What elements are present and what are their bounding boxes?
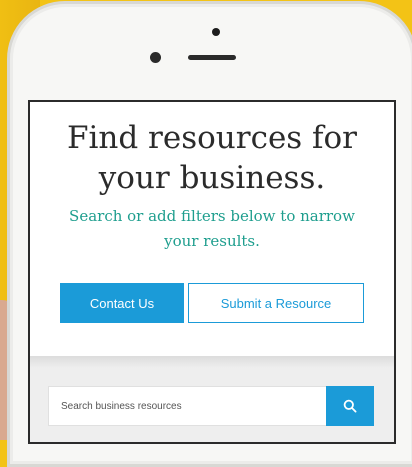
phone-screen: Find resources for your business. Search…	[28, 100, 396, 444]
search-button[interactable]	[326, 386, 374, 426]
proximity-sensor	[150, 52, 161, 63]
earpiece-speaker	[188, 55, 236, 60]
page-title: Find resources for your business.	[30, 118, 394, 198]
search-icon	[343, 399, 357, 413]
section-divider	[30, 356, 394, 368]
page-title-line-1: Find resources for	[66, 120, 358, 156]
search-input[interactable]: Search business resources	[48, 386, 326, 426]
page-subtitle-line-2: your results.	[164, 232, 260, 250]
search-placeholder: Search business resources	[61, 400, 182, 412]
page-title-line-2: your business.	[98, 160, 326, 196]
submit-resource-label: Submit a Resource	[220, 295, 332, 311]
contact-us-label: Contact Us	[89, 295, 155, 311]
contact-us-button[interactable]: Contact Us	[60, 283, 184, 323]
front-camera	[212, 28, 220, 36]
page-subtitle: Search or add filters below to narrow yo…	[44, 204, 380, 254]
page-subtitle-line-1: Search or add filters below to narrow	[69, 207, 355, 225]
submit-resource-button[interactable]: Submit a Resource	[188, 283, 364, 323]
